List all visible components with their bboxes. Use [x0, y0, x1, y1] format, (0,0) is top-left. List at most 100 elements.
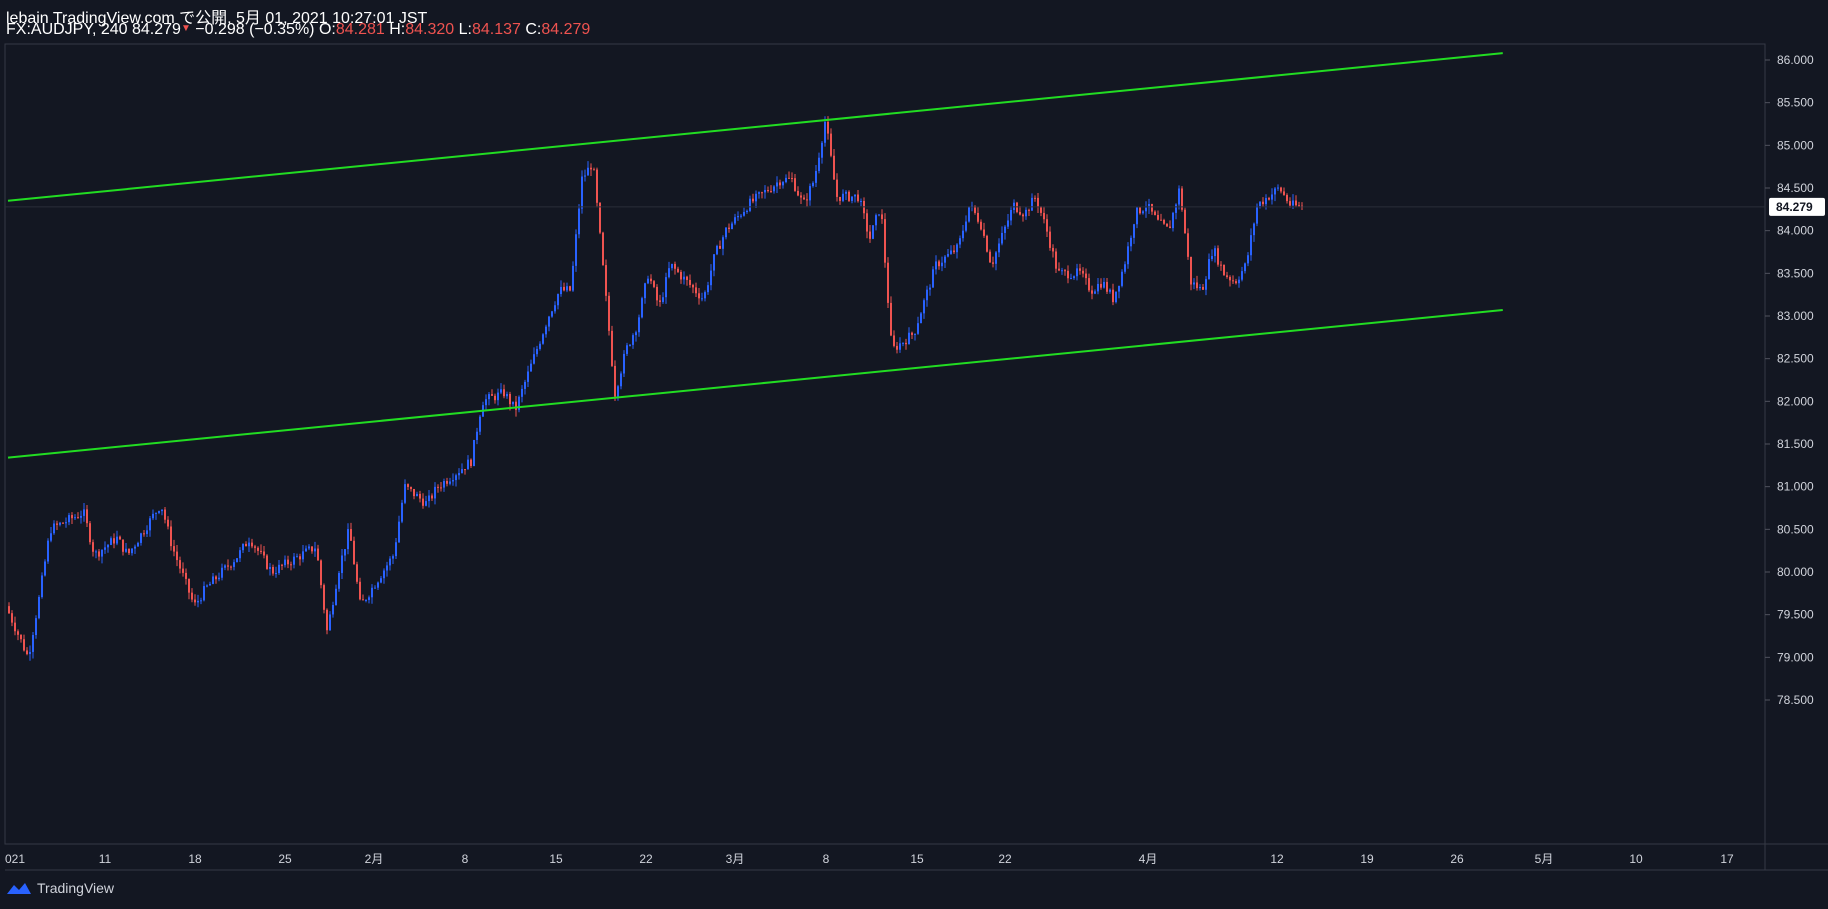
candle-body: [1091, 290, 1093, 294]
candle-body: [914, 333, 916, 335]
time-axis[interactable]: 021 11 18 25 2月 8 15 22 3月 8 15 22 4月 12 19 26 5月 10 17: [5, 852, 1734, 866]
candle-body: [1205, 279, 1207, 290]
candle-body: [230, 566, 232, 568]
candle-body: [827, 121, 829, 134]
candle-body: [200, 600, 202, 602]
candle-body: [8, 606, 10, 614]
candle-body: [887, 262, 889, 303]
candle-body: [467, 459, 469, 470]
price-chart[interactable]: 86.000 85.500 85.000 84.500 84.000 83.500 83.0…: [0, 0, 1828, 909]
x-tick-label: 22: [998, 852, 1012, 866]
candle-body: [212, 576, 214, 584]
candle-body: [779, 182, 781, 186]
candle-body: [311, 546, 313, 552]
candle-body: [59, 522, 61, 525]
candle-body: [1085, 273, 1087, 279]
candle-body: [992, 262, 994, 264]
candle-body: [857, 194, 859, 202]
candle-body: [500, 389, 502, 393]
candle-body: [1121, 271, 1123, 286]
candle-body: [119, 536, 121, 540]
candle-body: [1004, 226, 1006, 233]
candle-body: [122, 539, 124, 552]
candle-body: [725, 227, 727, 238]
candle-body: [152, 513, 154, 519]
candle-body: [878, 214, 880, 216]
candle-body: [1094, 291, 1096, 294]
candle-body: [413, 488, 415, 497]
candle-body: [50, 533, 52, 541]
candle-body: [371, 587, 373, 598]
candle-body: [245, 543, 247, 547]
candle-body: [539, 343, 541, 349]
x-tick-label: 26: [1450, 852, 1464, 866]
candle-body: [1190, 256, 1192, 285]
trendline-lower[interactable]: [7, 309, 1503, 459]
candle-body: [824, 121, 826, 143]
candle-body: [47, 540, 49, 562]
candle-body: [908, 332, 910, 345]
candle-body: [1106, 281, 1108, 292]
candle-body: [1226, 275, 1228, 277]
candle-body: [107, 544, 109, 548]
candle-body: [1286, 194, 1288, 202]
candle-body: [80, 515, 82, 518]
candle-body: [11, 613, 13, 623]
price-axis[interactable]: 86.000 85.500 85.000 84.500 84.000 83.500 83.0…: [1765, 53, 1825, 707]
candle-body: [884, 219, 886, 263]
trendline-upper[interactable]: [7, 52, 1503, 202]
candle-body: [692, 284, 694, 288]
candle-body: [101, 549, 103, 557]
tradingview-logo[interactable]: TradingView: [5, 880, 114, 896]
candle-body: [1103, 281, 1105, 288]
candle-body: [1196, 282, 1198, 289]
candle-body: [110, 538, 112, 545]
candle-body: [173, 546, 175, 552]
candle-body: [41, 575, 43, 598]
candle-body: [968, 206, 970, 222]
candle-body: [233, 562, 235, 567]
candle-body: [587, 167, 589, 176]
candle-body: [395, 542, 397, 557]
candle-body: [296, 556, 298, 558]
candle-body: [443, 480, 445, 488]
candle-body: [302, 551, 304, 560]
candle-body: [554, 305, 556, 312]
candle-body: [965, 221, 967, 231]
candle-body: [95, 551, 97, 553]
candle-body: [872, 225, 874, 239]
candle-body: [713, 254, 715, 271]
candle-body: [227, 565, 229, 567]
candle-body: [1172, 212, 1174, 229]
candle-body: [185, 572, 187, 579]
candle-body: [473, 439, 475, 467]
candle-body: [53, 523, 55, 534]
candle-body: [293, 556, 295, 565]
candle-body: [254, 546, 256, 548]
candle-body: [929, 287, 931, 290]
candle-body: [449, 481, 451, 484]
candle-body: [575, 234, 577, 266]
candle-body: [176, 551, 178, 561]
candle-body: [833, 155, 835, 180]
candle-body: [353, 540, 355, 565]
candle-body: [329, 614, 331, 631]
candle-body: [701, 298, 703, 300]
candle-body: [1001, 232, 1003, 244]
candle-body: [155, 512, 157, 514]
candle-body: [899, 343, 901, 350]
candle-body: [791, 177, 793, 179]
candle-body: [509, 393, 511, 405]
candle-body: [764, 190, 766, 193]
candle-body: [1118, 285, 1120, 292]
candle-body: [920, 313, 922, 324]
candle-body: [335, 588, 337, 606]
candle-body: [38, 597, 40, 619]
candle-body: [92, 542, 94, 552]
candle-body: [422, 498, 424, 506]
candle-body: [407, 484, 409, 487]
candle-body: [257, 547, 259, 551]
x-tick-label: 11: [99, 852, 112, 866]
candle-body: [203, 586, 205, 601]
candle-body: [719, 245, 721, 249]
